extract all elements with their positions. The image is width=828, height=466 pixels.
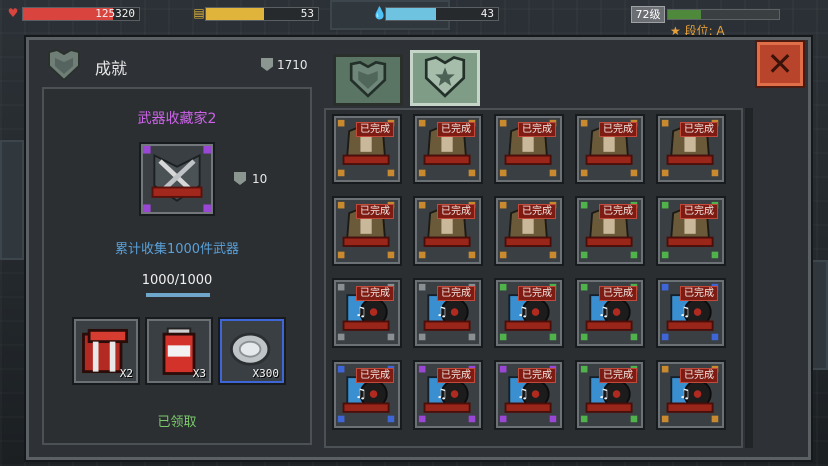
close-icon: ✕ <box>766 45 794 83</box>
achievement-cell[interactable]: ♫ 已完成 <box>413 360 483 430</box>
reward-qty: X2 <box>119 367 133 380</box>
reward-qty: X300 <box>252 367 280 380</box>
completed-badge: 已完成 <box>599 122 637 137</box>
gold-bar-fill <box>206 8 265 20</box>
exp-bar-fill <box>668 10 702 19</box>
svg-text:♫: ♫ <box>517 305 529 320</box>
gold-icon: ▤ <box>193 6 205 20</box>
achievement-cell[interactable]: ♫ 已完成 <box>332 360 402 430</box>
achievement-cell[interactable]: ♫ 已完成 <box>494 278 564 348</box>
completed-badge: 已完成 <box>680 122 718 137</box>
background-building <box>0 140 24 260</box>
close-button[interactable]: ✕ <box>755 40 805 88</box>
achievement-cell[interactable]: 已完成 <box>413 114 483 184</box>
achievement-description: 累计收集1000件武器 <box>114 242 240 257</box>
completed-badge: 已完成 <box>680 204 718 219</box>
progress-bar <box>146 293 210 297</box>
completed-badge: 已完成 <box>437 204 475 219</box>
reward-item-coin[interactable]: X300 <box>218 317 286 385</box>
star-shield-icon <box>424 56 466 98</box>
shield-icon <box>261 58 273 71</box>
completed-badge: 已完成 <box>680 286 718 301</box>
svg-text:♫: ♫ <box>679 387 691 402</box>
achievement-cell[interactable]: 已完成 <box>656 196 726 266</box>
achievement-progress: 1000/1000 <box>141 273 213 288</box>
heart-icon: ♥ <box>7 6 19 20</box>
reward-qty: X3 <box>192 367 206 380</box>
completed-badge: 已完成 <box>356 368 394 383</box>
completed-badge: 已完成 <box>518 286 556 301</box>
achievement-cell[interactable]: 已完成 <box>494 114 564 184</box>
achievement-grid: 已完成 已完成 已完成 已完成 已完成 已完成 已完成 已完成 已完成 已完成 … <box>324 108 743 448</box>
tab-star-shield[interactable] <box>410 50 480 106</box>
completed-badge: 已完成 <box>356 286 394 301</box>
achievement-points: 1710 <box>261 58 308 72</box>
achievement-cell[interactable]: ♫ 已完成 <box>413 278 483 348</box>
svg-text:♫: ♫ <box>355 387 367 402</box>
shield-emblem-icon <box>349 60 387 98</box>
achievement-points-value: 1710 <box>277 58 308 72</box>
achievement-detail-panel: 武器收藏家2 10 累计收集1000件武器 1000/1000 X2 X3 X3… <box>42 87 312 445</box>
reward-points: 10 <box>234 172 267 186</box>
achievement-cell[interactable]: 已完成 <box>575 114 645 184</box>
svg-text:♫: ♫ <box>598 305 610 320</box>
achievement-cell[interactable]: ♫ 已完成 <box>656 278 726 348</box>
completed-badge: 已完成 <box>599 286 637 301</box>
hp-bar: 125320 <box>22 7 140 21</box>
completed-badge: 已完成 <box>518 204 556 219</box>
achievement-cell[interactable]: 已完成 <box>332 196 402 266</box>
achievement-cell[interactable]: ♫ 已完成 <box>575 278 645 348</box>
achievement-shield-icon <box>48 48 80 82</box>
svg-text:♫: ♫ <box>598 387 610 402</box>
completed-badge: 已完成 <box>518 368 556 383</box>
completed-badge: 已完成 <box>356 122 394 137</box>
reward-points-value: 10 <box>252 172 268 186</box>
hp-value: 125320 <box>95 7 135 20</box>
claim-status: 已领取 <box>157 415 197 430</box>
achievement-cell[interactable]: 已完成 <box>413 196 483 266</box>
reward-item-chest[interactable]: X2 <box>72 317 140 385</box>
completed-badge: 已完成 <box>518 122 556 137</box>
completed-badge: 已完成 <box>356 204 394 219</box>
achievement-cell[interactable]: 已完成 <box>575 196 645 266</box>
exp-bar <box>667 9 780 20</box>
completed-badge: 已完成 <box>599 204 637 219</box>
completed-badge: 已完成 <box>599 368 637 383</box>
achievement-cell[interactable]: ♫ 已完成 <box>656 360 726 430</box>
svg-text:♫: ♫ <box>436 387 448 402</box>
level-badge: 72级 <box>631 6 665 23</box>
svg-text:♫: ♫ <box>436 305 448 320</box>
water-drop-icon: 💧 <box>372 6 387 20</box>
water-bar-fill <box>386 8 437 20</box>
crossed-blades-icon <box>143 146 211 212</box>
svg-text:♫: ♫ <box>517 387 529 402</box>
water-bar: 43 <box>385 7 499 21</box>
tab-shield-emblem[interactable] <box>333 54 403 106</box>
top-hud: ♥ 125320 ▤ 53 💧 43 72级 ★ 段位: A <box>0 0 828 38</box>
gold-value: 53 <box>300 7 314 20</box>
completed-badge: 已完成 <box>680 368 718 383</box>
grid-scrollbar[interactable] <box>745 108 753 448</box>
achievement-dialog: 成就 1710 ✕ 武器收藏家2 10 累计收集1000件武器 1000/100… <box>24 35 813 462</box>
achievement-badge <box>139 142 215 216</box>
achievement-cell[interactable]: 已完成 <box>494 196 564 266</box>
reward-item-soda[interactable]: X3 <box>145 317 213 385</box>
shield-icon <box>234 172 246 185</box>
completed-badge: 已完成 <box>437 122 475 137</box>
water-value: 43 <box>480 7 494 20</box>
dialog-title: 成就 <box>95 59 128 78</box>
completed-badge: 已完成 <box>437 286 475 301</box>
gold-bar: 53 <box>205 7 319 21</box>
achievement-cell[interactable]: ♫ 已完成 <box>332 278 402 348</box>
svg-text:♫: ♫ <box>355 305 367 320</box>
svg-text:♫: ♫ <box>679 305 691 320</box>
achievement-name: 武器收藏家2 <box>137 111 217 127</box>
achievement-cell[interactable]: ♫ 已完成 <box>575 360 645 430</box>
completed-badge: 已完成 <box>437 368 475 383</box>
achievement-cell[interactable]: 已完成 <box>332 114 402 184</box>
achievement-cell[interactable]: ♫ 已完成 <box>494 360 564 430</box>
achievement-cell[interactable]: 已完成 <box>656 114 726 184</box>
